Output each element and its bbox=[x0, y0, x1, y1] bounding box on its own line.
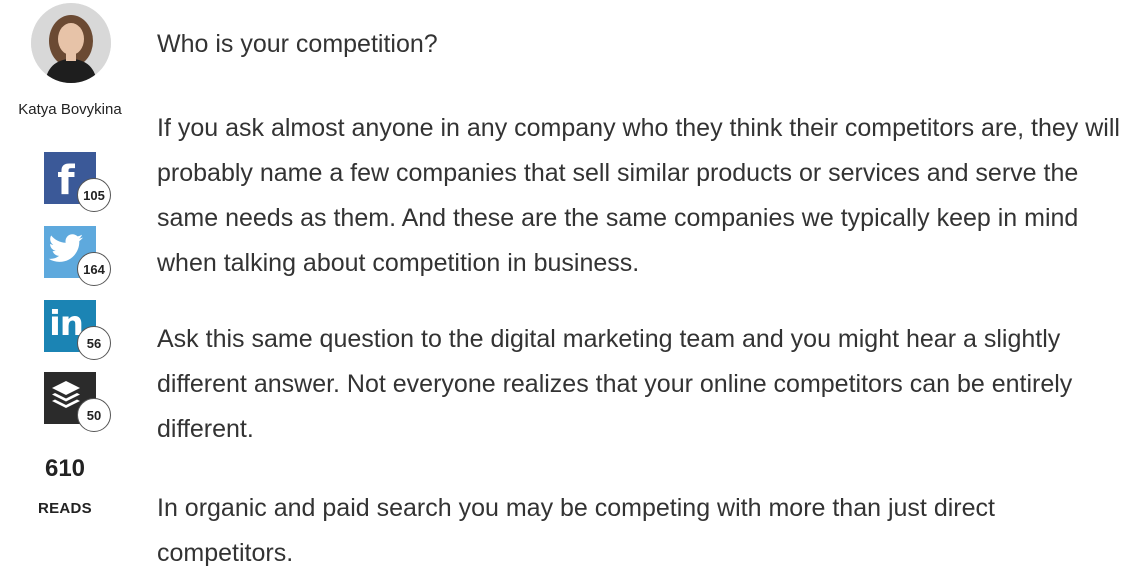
buffer-share-button[interactable]: 50 bbox=[44, 372, 111, 432]
linkedin-share-count: 56 bbox=[77, 326, 111, 360]
twitter-share-button[interactable]: 164 bbox=[44, 226, 111, 286]
avatar-image bbox=[31, 3, 111, 83]
article-paragraph: In organic and paid search you may be co… bbox=[157, 494, 995, 567]
facebook-icon: f bbox=[57, 158, 75, 204]
buffer-share-count: 50 bbox=[77, 398, 111, 432]
article-paragraph: If you ask almost anyone in any company … bbox=[157, 114, 1120, 277]
facebook-share-button[interactable]: f 105 bbox=[44, 152, 111, 212]
linkedin-share-button[interactable]: in 56 bbox=[44, 300, 111, 360]
facebook-share-count: 105 bbox=[77, 178, 111, 212]
reads-count: 610 bbox=[44, 455, 86, 482]
article-paragraph: Ask this same question to the digital ma… bbox=[157, 325, 1073, 443]
twitter-share-count: 164 bbox=[77, 252, 111, 286]
article-heading: Who is your competition? bbox=[157, 30, 438, 58]
author-name[interactable]: Katya Bovykina bbox=[0, 101, 140, 118]
reads-label: READS bbox=[37, 500, 92, 517]
author-avatar[interactable] bbox=[31, 3, 111, 83]
share-sidebar: Katya Bovykina f 105 164 in 56 50 610 RE… bbox=[0, 0, 140, 567]
